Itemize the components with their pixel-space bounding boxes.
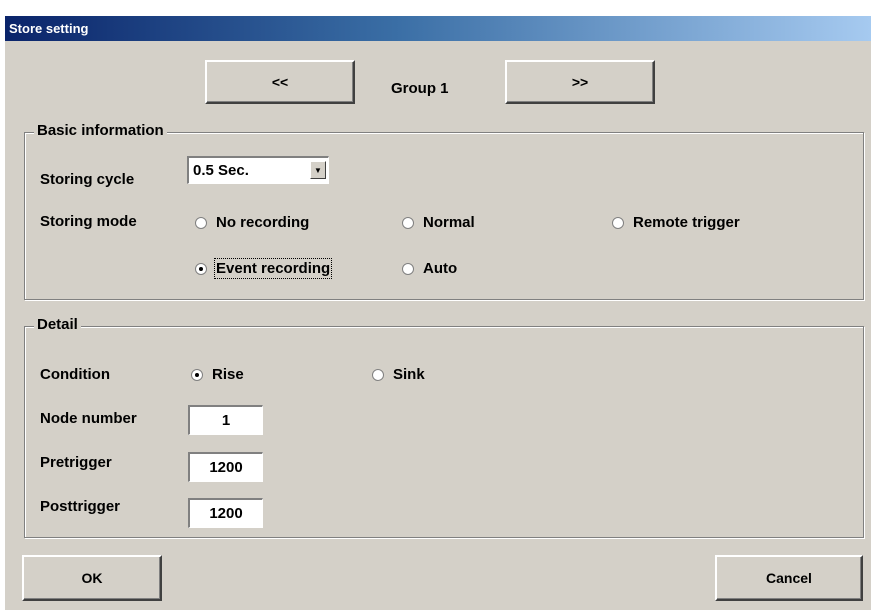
detail-legend: Detail <box>34 316 81 333</box>
posttrigger-input[interactable] <box>188 498 263 528</box>
radio-label: Sink <box>393 366 425 383</box>
current-group-label: Group 1 <box>391 80 449 97</box>
storing-cycle-select[interactable]: 0.5 Sec. ▼ <box>187 156 329 184</box>
radio-label: Normal <box>423 214 475 231</box>
radio-normal[interactable]: Normal <box>402 214 475 231</box>
node-number-label: Node number <box>40 410 137 427</box>
storing-mode-label: Storing mode <box>40 213 137 230</box>
radio-button-icon <box>612 216 624 229</box>
pretrigger-label: Pretrigger <box>40 454 112 471</box>
previous-group-button[interactable]: << <box>205 60 355 104</box>
basic-information-legend: Basic information <box>34 122 167 139</box>
radio-auto[interactable]: Auto <box>402 260 457 277</box>
pretrigger-input[interactable] <box>188 452 263 482</box>
storing-cycle-value: 0.5 Sec. <box>193 162 249 179</box>
radio-label: Event recording <box>213 258 333 279</box>
radio-remote-trigger[interactable]: Remote trigger <box>612 214 740 231</box>
condition-label: Condition <box>40 366 110 383</box>
radio-rise[interactable]: Rise <box>191 366 244 383</box>
ok-button[interactable]: OK <box>22 555 162 601</box>
radio-label: Rise <box>212 366 244 383</box>
node-number-input[interactable] <box>188 405 263 435</box>
title-bar: Store setting <box>5 16 871 41</box>
radio-button-icon <box>402 262 414 275</box>
radio-button-icon <box>372 368 384 381</box>
chevron-down-icon[interactable]: ▼ <box>310 161 326 179</box>
radio-label: Auto <box>423 260 458 277</box>
radio-button-icon <box>195 216 207 229</box>
cancel-button[interactable]: Cancel <box>715 555 863 601</box>
radio-button-icon <box>402 216 414 229</box>
next-group-button[interactable]: >> <box>505 60 655 104</box>
radio-button-checked-icon <box>191 368 203 381</box>
storing-cycle-label: Storing cycle <box>40 171 135 188</box>
radio-no-recording[interactable]: No recording <box>195 214 309 231</box>
radio-event-recording[interactable]: Event recording <box>195 258 333 279</box>
radio-label: No recording <box>216 214 310 231</box>
detail-group <box>24 326 864 538</box>
radio-button-checked-icon <box>195 262 207 275</box>
posttrigger-label: Posttrigger <box>40 498 121 515</box>
store-setting-dialog: Store setting << Group 1 >> Basic inform… <box>5 16 871 610</box>
radio-label: Remote trigger <box>633 214 740 231</box>
radio-sink[interactable]: Sink <box>372 366 425 383</box>
